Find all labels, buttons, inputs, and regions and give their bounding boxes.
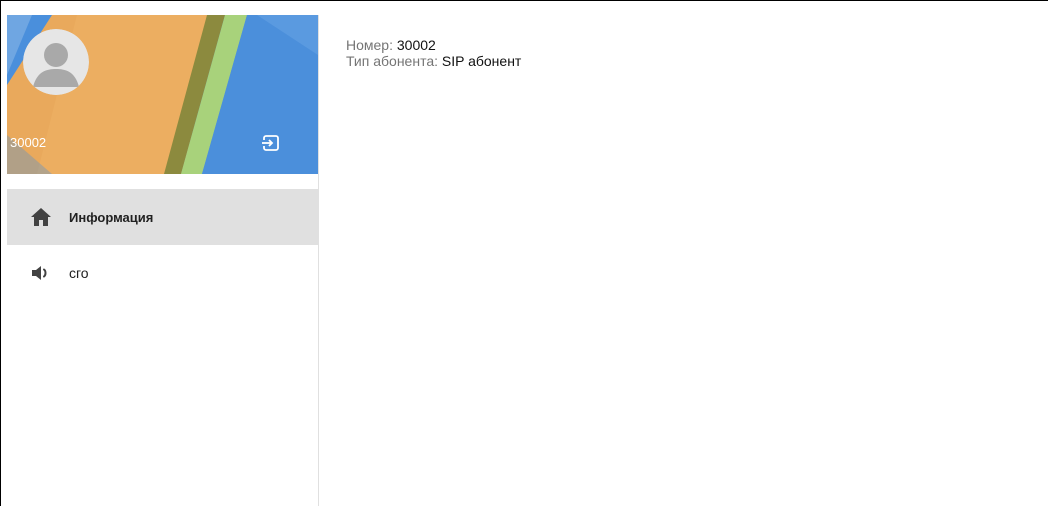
speaker-icon [29,261,53,285]
type-value: SIP абонент [441,53,522,69]
user-number: 30002 [10,135,47,150]
sidebar-header: 30002 [7,15,318,174]
logout-icon [262,135,279,151]
number-value: 30002 [396,37,436,53]
number-row: Номер: 30002 [346,37,521,53]
type-row: Тип абонента: SIP абонент [346,53,521,69]
app-frame: 30002 Информация сго Номер: 30002 Тип аб… [0,0,1048,506]
home-icon [29,205,53,229]
sidebar-item-label: сго [69,265,89,281]
user-avatar [23,29,89,95]
sidebar-item-label: Информация [69,209,154,225]
avatar-icon [23,29,89,95]
sidebar: 30002 Информация сго [7,15,319,506]
number-label: Номер: [346,37,393,53]
sidebar-item-info[interactable]: Информация [7,189,318,245]
sidebar-item-sgo[interactable]: сго [7,245,318,301]
type-label: Тип абонента: [346,53,438,69]
info-panel: Номер: 30002 Тип абонента: SIP абонент [346,37,521,69]
logout-button[interactable] [261,133,281,153]
sidebar-nav: Информация сго [7,189,318,301]
